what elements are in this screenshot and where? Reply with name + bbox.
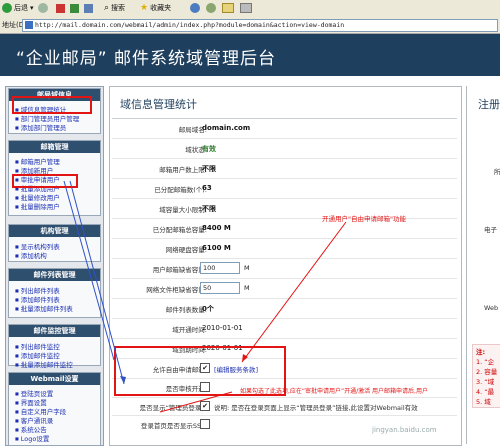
info-row: 网络硬盘容量: 6100 M <box>112 239 457 259</box>
info-row: 用户邮箱缺省容量: 100 M <box>112 259 457 279</box>
home-icon <box>84 3 93 13</box>
sidebar-group-mailing-list: 邮件列表管理 列出邮件列表 添加邮件列表 批量添加邮件列表 <box>8 268 101 318</box>
url-input[interactable]: http://mail.domain.com/webmail/admin/ind… <box>22 19 498 32</box>
status-badge: 有效 <box>202 145 216 153</box>
mail-icon <box>222 3 234 13</box>
print-button[interactable] <box>240 2 252 14</box>
info-row: 邮件列表数量: 0个 <box>112 299 457 319</box>
info-row: 域开通时间: 2010-01-01 <box>112 319 457 339</box>
sidebar-item-batch-add-list[interactable]: 批量添加邮件列表 <box>15 303 73 313</box>
show-ssl-checkbox[interactable] <box>200 419 210 429</box>
info-row: 域状态: 有效 <box>112 139 457 159</box>
forward-button[interactable] <box>38 2 48 14</box>
favorites-button[interactable]: ★ 收藏夹 <box>140 2 171 14</box>
back-button[interactable]: 后退 ▾ <box>2 2 34 14</box>
watermark: jingyan.baidu.com <box>372 426 437 434</box>
default-netdisk-quota-input[interactable]: 50 <box>200 282 240 294</box>
sidebar-group-monitor: 邮件监控管理 列出邮件监控 添加邮件监控 批量添加邮件监控 <box>8 324 101 369</box>
annotation-callout: 如果勾选了此选项,应在“审批申请用户”开通/激活 用户邮箱申请后,用户 <box>240 388 428 395</box>
star-icon: ★ <box>140 3 149 13</box>
page-icon <box>25 21 33 29</box>
search-icon: ⌕ <box>104 3 110 13</box>
highlight-box <box>12 174 78 188</box>
home-button[interactable] <box>84 2 93 14</box>
sidebar-item-batch-add-monitor[interactable]: 批量添加邮件监控 <box>15 359 73 369</box>
sidebar-group-org: 机构管理 显示机构列表 添加机构 <box>8 224 101 262</box>
info-row: 网络文件柜缺省容量: 50 M <box>112 279 457 299</box>
stop-icon <box>56 3 65 13</box>
search-button[interactable]: ⌕ 搜索 <box>104 2 125 14</box>
info-row: 已分配邮箱数(个): 63 <box>112 179 457 199</box>
sidebar-group-webmail: Webmail设置 登陆页设置 界面设置 自定义用户字段 客户通讯录 系统公告 … <box>8 372 101 446</box>
info-row: 邮箱用户数上限: 不限 <box>112 159 457 179</box>
highlight-box <box>12 96 92 114</box>
info-row: 是否显示“管理员登录”: ✔ 说明: 是否在登录页面上显示“管理员登录”链接,此… <box>112 398 457 416</box>
media-icon <box>190 3 200 13</box>
back-arrow-icon <box>2 3 12 13</box>
stop-button[interactable] <box>56 2 65 14</box>
default-mailbox-quota-input[interactable]: 100 <box>200 262 240 274</box>
header-banner: “企业邮局” 邮件系统域管理后台 <box>0 34 500 76</box>
address-bar: 地址(D) http://mail.domain.com/webmail/adm… <box>0 17 500 34</box>
page-title: 域信息管理统计 <box>120 98 197 111</box>
mail-button[interactable] <box>222 2 234 14</box>
media-button[interactable] <box>190 2 200 14</box>
history-button[interactable] <box>206 2 216 14</box>
refresh-button[interactable] <box>70 2 79 14</box>
sidebar-item-batch-delete[interactable]: 批量删除用户 <box>15 201 60 211</box>
sidebar-item-add-org[interactable]: 添加机构 <box>15 250 47 260</box>
print-icon <box>240 3 252 13</box>
show-admin-login-checkbox[interactable]: ✔ <box>200 401 210 411</box>
sidebar-item-logo-settings[interactable]: Logo设置 <box>15 433 50 443</box>
banner-title: “企业邮局” 邮件系统域管理后台 <box>16 49 277 69</box>
right-panel-title: 注册 <box>478 98 500 111</box>
browser-toolbar: 后退 ▾ ⌕ 搜索 ★ 收藏夹 <box>0 0 500 18</box>
history-icon <box>206 3 216 13</box>
info-row: 邮局域名: domain.com <box>112 119 457 139</box>
forward-arrow-icon <box>38 3 48 13</box>
sidebar-item-add-dept-admin[interactable]: 添加部门管理员 <box>15 122 67 132</box>
chevron-down-icon: ▾ <box>30 4 34 12</box>
annotation-callout: 开通用户"自由申请邮箱"功能 <box>322 215 406 223</box>
refresh-icon <box>70 3 79 13</box>
